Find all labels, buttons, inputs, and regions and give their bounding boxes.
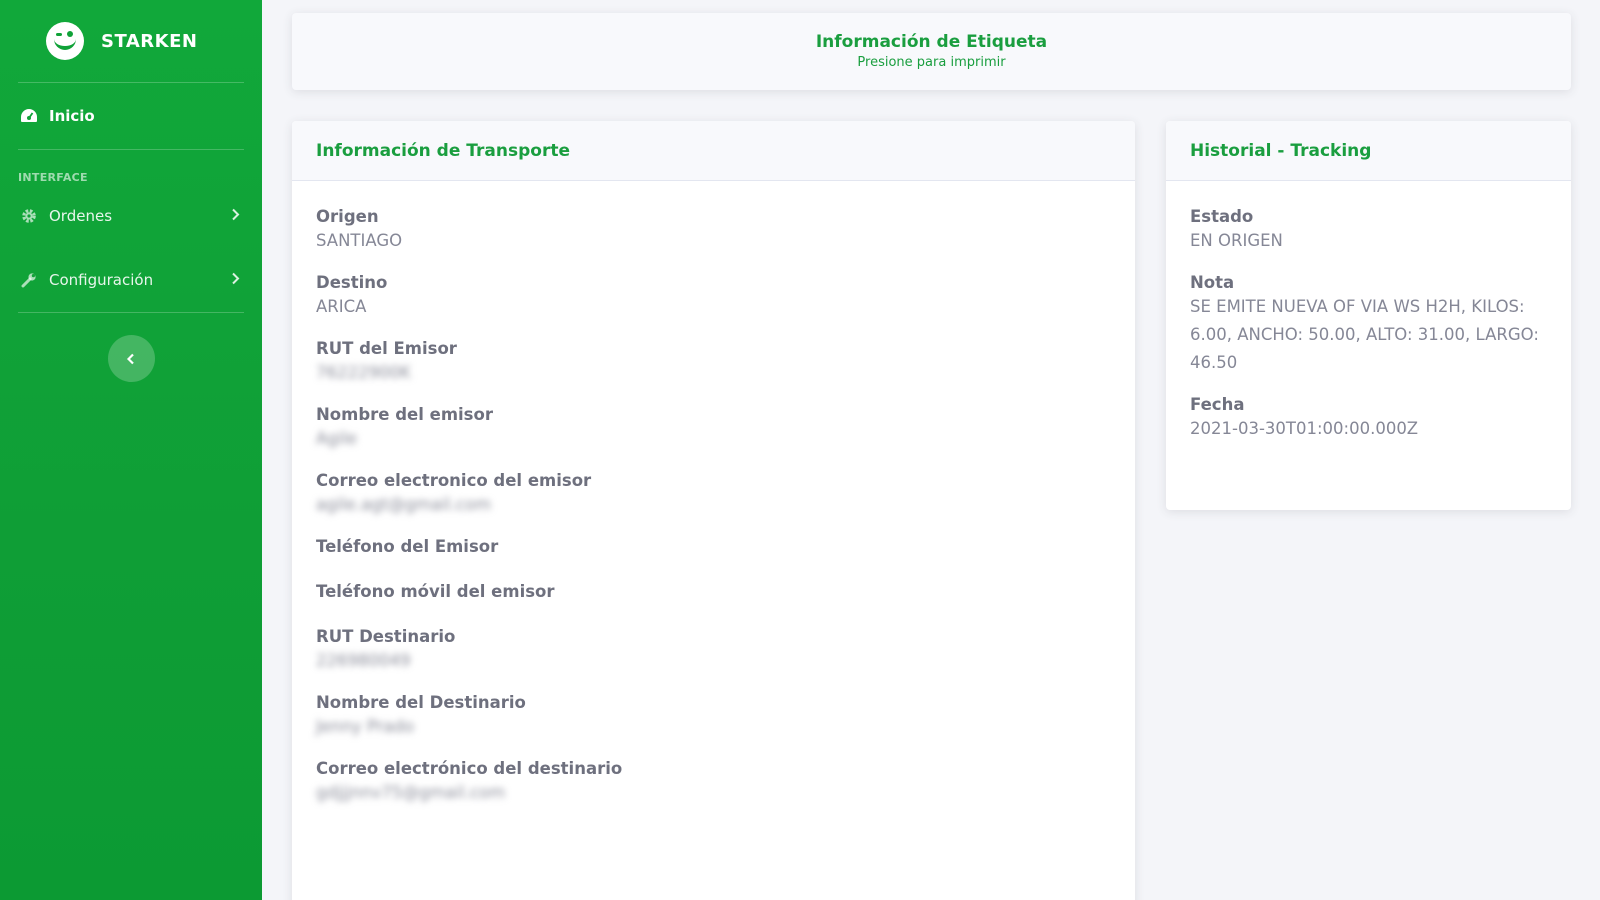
dashboard-icon [20, 107, 38, 125]
sidebar-heading: INTERFACE [18, 171, 88, 184]
field-movil-emisor: Teléfono móvil del emisor [316, 582, 1111, 601]
field-label: Correo electronico del emisor [316, 471, 592, 490]
field-label: RUT del Emisor [316, 339, 457, 358]
brand-name: STARKEN [101, 30, 198, 52]
transport-card: Información de Transporte Origen SANTIAG… [292, 121, 1135, 900]
field-origen: Origen SANTIAGO [316, 207, 1111, 255]
field-value: gdjjjnnv75@gmail.com [316, 783, 506, 802]
field-value: 76222900K [316, 363, 411, 382]
field-value: Agile [316, 429, 358, 448]
sidebar-item-configuracion[interactable]: Configuración [0, 248, 262, 312]
label-card-title: Información de Etiqueta [815, 32, 1048, 52]
wrench-icon [20, 271, 38, 289]
field-label: Teléfono móvil del emisor [316, 582, 555, 601]
field-label: Estado [1190, 207, 1254, 226]
field-label: Fecha [1190, 395, 1245, 414]
field-value: SE EMITE NUEVA OF VIA WS H2H, KILOS: 6.0… [1190, 297, 1539, 372]
starken-logo-icon [46, 22, 84, 60]
field-label: Nombre del Destinario [316, 693, 526, 712]
field-nota: Nota SE EMITE NUEVA OF VIA WS H2H, KILOS… [1190, 273, 1547, 377]
field-label: RUT Destinario [316, 627, 456, 646]
field-rut-destinatario: RUT Destinario 226980049 [316, 627, 1111, 675]
field-label: Destino [316, 273, 388, 292]
field-label: Correo electrónico del destinario [316, 759, 623, 778]
history-card-body: Estado EN ORIGEN Nota SE EMITE NUEVA OF … [1166, 181, 1571, 443]
field-label: Origen [316, 207, 379, 226]
field-estado: Estado EN ORIGEN [1190, 207, 1547, 255]
field-value: Jenny Prado [316, 717, 415, 736]
sidebar-item-inicio[interactable]: Inicio [0, 83, 262, 149]
field-value: agile.agt@gmail.com [316, 495, 492, 514]
sidebar-item-label: Configuración [49, 271, 154, 289]
field-nombre-emisor: Nombre del emisor Agile [316, 405, 1111, 453]
transport-card-title: Información de Transporte [292, 121, 1135, 181]
chevron-right-icon [231, 208, 240, 225]
chevron-left-icon [126, 353, 134, 364]
field-destino: Destino ARICA [316, 273, 1111, 321]
field-rut-emisor: RUT del Emisor 76222900K [316, 339, 1111, 387]
field-fecha: Fecha 2021-03-30T01:00:00.000Z [1190, 395, 1547, 443]
field-value: ARICA [316, 297, 367, 316]
field-label: Teléfono del Emisor [316, 537, 499, 556]
brand[interactable]: STARKEN [0, 0, 262, 82]
history-card-title: Historial - Tracking [1166, 121, 1571, 181]
field-correo-destinatario: Correo electrónico del destinario gdjjjn… [316, 759, 1111, 807]
field-label: Nombre del emisor [316, 405, 493, 424]
field-telefono-emisor: Teléfono del Emisor [316, 537, 1111, 556]
sidebar-toggle-wrap [0, 313, 262, 382]
sidebar-item-ordenes[interactable]: Ordenes [0, 184, 262, 248]
transport-card-body: Origen SANTIAGO Destino ARICA RUT del Em… [292, 181, 1135, 807]
field-label: Nota [1190, 273, 1235, 292]
sidebar-toggle-button[interactable] [107, 335, 155, 382]
chevron-right-icon [231, 272, 240, 289]
history-card: Historial - Tracking Estado EN ORIGEN No… [1166, 121, 1571, 510]
field-correo-emisor: Correo electronico del emisor agile.agt@… [316, 471, 1111, 519]
sidebar-item-label: Ordenes [49, 207, 113, 225]
field-value: SANTIAGO [316, 231, 403, 250]
gear-icon [20, 207, 38, 225]
field-nombre-destinatario: Nombre del Destinario Jenny Prado [316, 693, 1111, 741]
field-value: EN ORIGEN [1190, 231, 1283, 250]
label-card-subtitle: Presione para imprimir [857, 55, 1006, 70]
sidebar: STARKEN Inicio INTERFACE Ordenes Configu… [0, 0, 262, 900]
sidebar-item-label: Inicio [49, 107, 95, 125]
field-value: 226980049 [316, 651, 411, 670]
field-value: 2021-03-30T01:00:00.000Z [1190, 419, 1419, 438]
label-print-card[interactable]: Información de Etiqueta Presione para im… [292, 13, 1571, 90]
